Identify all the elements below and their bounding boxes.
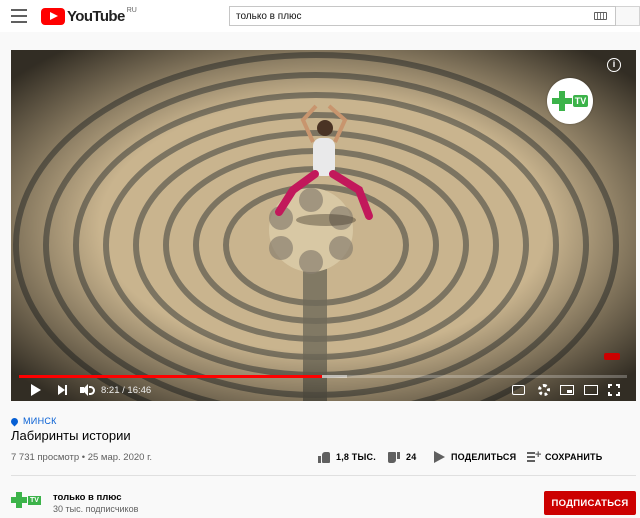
search-input[interactable] <box>230 7 580 25</box>
miniplayer-icon[interactable] <box>560 385 574 395</box>
dislike-button[interactable]: 24 <box>388 448 416 466</box>
youtube-logo[interactable]: YouTube RU <box>41 7 137 25</box>
time-display: 8:21 / 16:46 <box>101 385 152 396</box>
logo-region: RU <box>126 6 137 14</box>
location-pin-icon <box>9 416 20 426</box>
play-icon[interactable] <box>31 384 41 396</box>
gear-icon[interactable] <box>538 384 550 396</box>
fullscreen-icon[interactable] <box>608 384 620 396</box>
share-button[interactable]: ПОДЕЛИТЬСЯ <box>434 448 516 466</box>
dislike-count: 24 <box>406 452 417 462</box>
theater-mode-icon[interactable] <box>584 385 598 395</box>
channel-avatar[interactable]: TV <box>11 490 43 510</box>
search-button[interactable] <box>616 6 640 26</box>
video-title: Лабиринты истории <box>11 428 131 443</box>
channel-watermark[interactable]: TV <box>547 78 593 124</box>
subscribe-button[interactable]: ПОДПИСАТЬСЯ <box>544 491 636 515</box>
youtube-watermark-icon[interactable] <box>604 353 620 360</box>
info-icon[interactable]: i <box>607 58 621 72</box>
watermark-tv-label: TV <box>572 95 589 107</box>
save-button[interactable]: СОХРАНИТЬ <box>527 448 602 466</box>
avatar-tv-label: TV <box>28 495 41 505</box>
plus-icon <box>11 492 27 508</box>
progress-bar[interactable] <box>19 375 627 378</box>
like-count: 1,8 ТЫС. <box>336 452 376 462</box>
progress-played <box>19 375 322 378</box>
video-frame <box>11 50 636 401</box>
subtitles-icon[interactable] <box>512 385 525 395</box>
playlist-add-icon <box>527 449 541 462</box>
youtube-play-icon <box>41 7 65 25</box>
plus-icon <box>551 91 572 111</box>
video-player[interactable]: TV i 8:21 / 16:46 <box>11 50 636 401</box>
keyboard-icon[interactable] <box>594 12 607 20</box>
volume-wave-icon <box>89 386 95 395</box>
search-box <box>229 6 616 26</box>
share-label: ПОДЕЛИТЬСЯ <box>451 452 517 462</box>
channel-name[interactable]: только в плюс <box>53 492 122 503</box>
share-icon <box>434 451 445 463</box>
thumbs-up-icon <box>318 451 330 463</box>
location-text: МИНСК <box>23 416 57 426</box>
player-controls: 8:21 / 16:46 <box>11 380 636 401</box>
view-count-date: 7 731 просмотр • 25 мар. 2020 г. <box>11 452 153 463</box>
menu-icon[interactable] <box>11 9 27 23</box>
location-link[interactable]: МИНСК <box>9 416 57 426</box>
logo-text: YouTube <box>67 7 125 25</box>
subscriber-count: 30 тыс. подписчиков <box>53 504 139 514</box>
masthead: YouTube RU <box>0 0 640 32</box>
thumbs-down-icon <box>388 452 400 463</box>
next-icon[interactable] <box>58 385 68 395</box>
like-button[interactable]: 1,8 ТЫС. <box>318 448 376 466</box>
save-label: СОХРАНИТЬ <box>545 452 603 462</box>
divider <box>11 475 636 476</box>
